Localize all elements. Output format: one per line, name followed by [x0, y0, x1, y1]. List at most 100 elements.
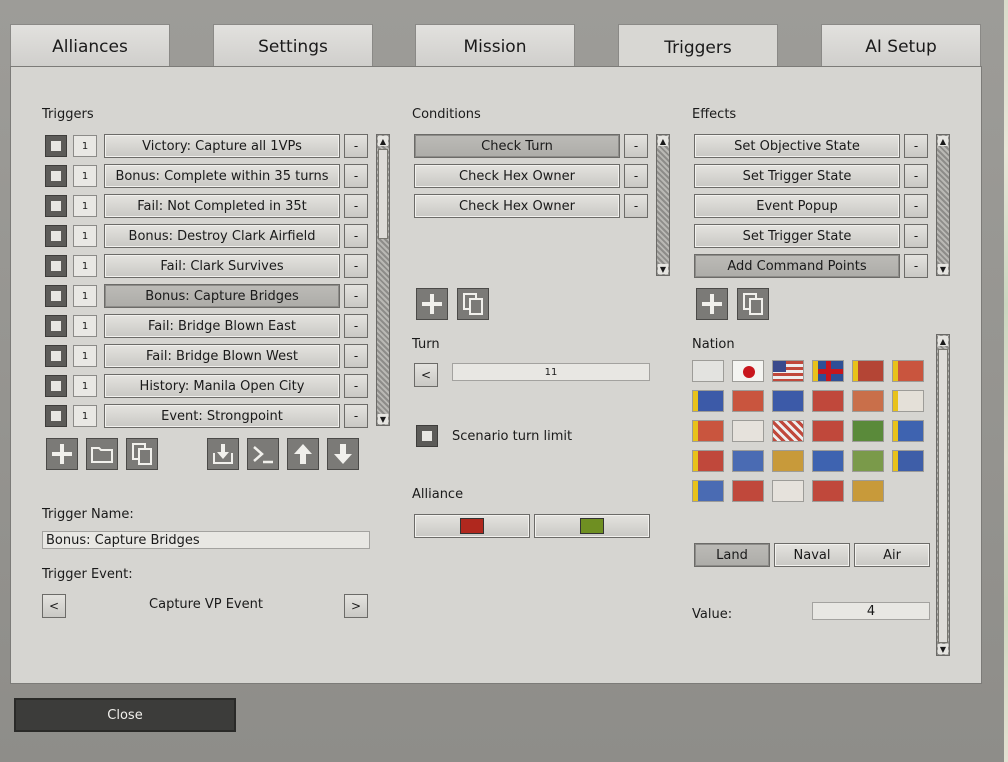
turn-input[interactable]: 11: [452, 363, 650, 381]
scenario-turn-limit-checkbox[interactable]: [416, 425, 438, 447]
trigger-item[interactable]: Fail: Clark Survives: [104, 254, 340, 278]
tab-mission[interactable]: Mission: [415, 24, 575, 68]
move-down-button[interactable]: [327, 438, 359, 470]
trigger-enabled-checkbox[interactable]: [45, 375, 67, 397]
scroll-up-icon[interactable]: ▲: [938, 136, 948, 146]
nation-flag[interactable]: [732, 450, 764, 472]
alliance-axis-button[interactable]: [414, 514, 530, 538]
remove-trigger-button[interactable]: -: [344, 314, 368, 338]
remove-condition-button[interactable]: -: [624, 164, 648, 188]
value-input[interactable]: 4: [812, 602, 930, 620]
move-up-button[interactable]: [287, 438, 319, 470]
trigger-item[interactable]: Fail: Bridge Blown East: [104, 314, 340, 338]
nation-flag[interactable]: [812, 390, 844, 412]
tab-ai-setup[interactable]: AI Setup: [821, 24, 981, 68]
condition-item[interactable]: Check Turn: [414, 134, 620, 158]
effect-list-scrollbar[interactable]: ▲ ▼: [936, 134, 950, 276]
nation-flag[interactable]: [852, 390, 884, 412]
trigger-item[interactable]: Bonus: Destroy Clark Airfield: [104, 224, 340, 248]
tab-alliances[interactable]: Alliances: [10, 24, 170, 68]
condition-item[interactable]: Check Hex Owner: [414, 164, 620, 188]
remove-trigger-button[interactable]: -: [344, 374, 368, 398]
scroll-down-icon[interactable]: ▼: [938, 644, 948, 654]
remove-trigger-button[interactable]: -: [344, 224, 368, 248]
nation-flag[interactable]: [772, 390, 804, 412]
trigger-enabled-checkbox[interactable]: [45, 225, 67, 247]
close-button[interactable]: Close: [14, 698, 236, 732]
nation-flag[interactable]: [692, 360, 724, 382]
trigger-enabled-checkbox[interactable]: [45, 315, 67, 337]
nation-flag[interactable]: [892, 360, 924, 382]
remove-trigger-button[interactable]: -: [344, 254, 368, 278]
trigger-enabled-checkbox[interactable]: [45, 135, 67, 157]
tab-settings[interactable]: Settings: [213, 24, 373, 68]
nation-flag[interactable]: [772, 360, 804, 382]
nation-flag[interactable]: [812, 420, 844, 442]
trigger-event-next-button[interactable]: >: [344, 594, 368, 618]
trigger-name-input[interactable]: Bonus: Capture Bridges: [42, 531, 370, 549]
nation-flag[interactable]: [852, 420, 884, 442]
nation-flag[interactable]: [732, 360, 764, 382]
nation-flag[interactable]: [892, 420, 924, 442]
scroll-down-icon[interactable]: ▼: [378, 414, 388, 424]
trigger-enabled-checkbox[interactable]: [45, 165, 67, 187]
remove-effect-button[interactable]: -: [904, 194, 928, 218]
trigger-enabled-checkbox[interactable]: [45, 405, 67, 427]
effect-item[interactable]: Add Command Points: [694, 254, 900, 278]
trigger-list-scrollbar[interactable]: ▲ ▼: [376, 134, 390, 426]
remove-effect-button[interactable]: -: [904, 134, 928, 158]
nation-flag[interactable]: [812, 360, 844, 382]
scroll-up-icon[interactable]: ▲: [378, 136, 388, 146]
trigger-item[interactable]: History: Manila Open City: [104, 374, 340, 398]
effect-item[interactable]: Set Trigger State: [694, 164, 900, 188]
unit-type-naval-button[interactable]: Naval: [774, 543, 850, 567]
add-trigger-button[interactable]: [46, 438, 78, 470]
add-condition-button[interactable]: [416, 288, 448, 320]
trigger-event-prev-button[interactable]: <: [42, 594, 66, 618]
nation-flag[interactable]: [732, 390, 764, 412]
scroll-down-icon[interactable]: ▼: [938, 264, 948, 274]
nation-flag[interactable]: [692, 390, 724, 412]
tab-triggers[interactable]: Triggers: [618, 24, 778, 70]
add-effect-button[interactable]: [696, 288, 728, 320]
unit-type-land-button[interactable]: Land: [694, 543, 770, 567]
unit-type-air-button[interactable]: Air: [854, 543, 930, 567]
scroll-up-icon[interactable]: ▲: [658, 136, 668, 146]
alliance-allies-button[interactable]: [534, 514, 650, 538]
nation-flag[interactable]: [772, 450, 804, 472]
remove-condition-button[interactable]: -: [624, 134, 648, 158]
remove-trigger-button[interactable]: -: [344, 134, 368, 158]
nation-flag[interactable]: [732, 420, 764, 442]
condition-list-scrollbar[interactable]: ▲ ▼: [656, 134, 670, 276]
nation-flag[interactable]: [692, 420, 724, 442]
open-trigger-button[interactable]: [86, 438, 118, 470]
remove-trigger-button[interactable]: -: [344, 344, 368, 368]
trigger-enabled-checkbox[interactable]: [45, 285, 67, 307]
trigger-enabled-checkbox[interactable]: [45, 195, 67, 217]
trigger-item[interactable]: Event: Strongpoint: [104, 404, 340, 428]
effect-item[interactable]: Set Trigger State: [694, 224, 900, 248]
nation-flag[interactable]: [852, 360, 884, 382]
nation-flag[interactable]: [692, 450, 724, 472]
scroll-up-icon[interactable]: ▲: [938, 336, 948, 346]
nation-flag[interactable]: [892, 390, 924, 412]
remove-effect-button[interactable]: -: [904, 254, 928, 278]
condition-item[interactable]: Check Hex Owner: [414, 194, 620, 218]
scroll-thumb[interactable]: [378, 149, 388, 239]
effect-item[interactable]: Set Objective State: [694, 134, 900, 158]
remove-trigger-button[interactable]: -: [344, 284, 368, 308]
trigger-enabled-checkbox[interactable]: [45, 255, 67, 277]
scroll-down-icon[interactable]: ▼: [658, 264, 668, 274]
remove-trigger-button[interactable]: -: [344, 404, 368, 428]
nation-flag[interactable]: [732, 480, 764, 502]
copy-condition-button[interactable]: [457, 288, 489, 320]
trigger-item[interactable]: Bonus: Capture Bridges: [104, 284, 340, 308]
scroll-thumb[interactable]: [938, 349, 948, 643]
trigger-item[interactable]: Fail: Not Completed in 35t: [104, 194, 340, 218]
remove-effect-button[interactable]: -: [904, 224, 928, 248]
remove-condition-button[interactable]: -: [624, 194, 648, 218]
nation-flag[interactable]: [812, 480, 844, 502]
trigger-item[interactable]: Victory: Capture all 1VPs: [104, 134, 340, 158]
trigger-item[interactable]: Bonus: Complete within 35 turns: [104, 164, 340, 188]
nation-flag[interactable]: [852, 480, 884, 502]
